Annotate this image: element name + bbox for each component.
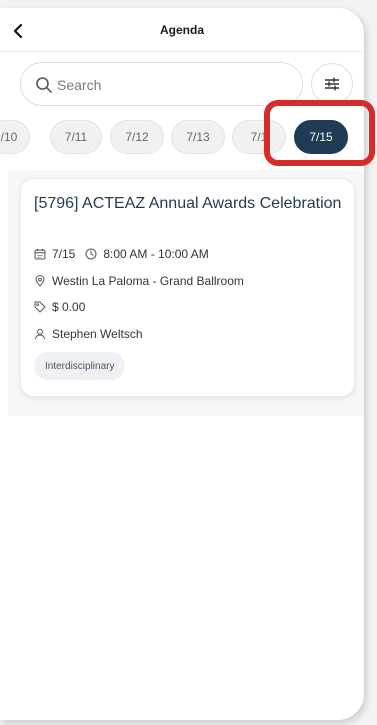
person-icon — [35, 328, 45, 340]
search-icon — [36, 77, 52, 93]
event-card[interactable]: [5796] ACTEAZ Annual Awards Celebration … — [20, 178, 355, 397]
search-box[interactable] — [20, 62, 303, 106]
date-chip-label: 7/13 — [186, 130, 210, 144]
app-header: Agenda — [0, 8, 364, 52]
date-chip-7-12[interactable]: 7/12 — [110, 120, 164, 154]
event-speaker-row: Stephen Weltsch — [34, 326, 143, 342]
date-chip-7-13[interactable]: 7/13 — [171, 120, 225, 154]
clock-icon — [85, 248, 97, 260]
highlight-annotation — [264, 100, 375, 166]
event-date: 7/15 — [52, 247, 76, 261]
calendar-icon — [34, 248, 46, 260]
event-datetime-row: 7/15 8:00 AM - 10:00 AM — [34, 246, 209, 262]
sliders-icon — [325, 77, 339, 91]
date-chip-label: 7/11 — [64, 130, 88, 144]
event-price-row: $ 0.00 — [34, 299, 85, 315]
event-price: $ 0.00 — [52, 300, 86, 314]
event-category-tag: Interdisciplinary — [34, 352, 126, 380]
event-time: 8:00 AM - 10:00 AM — [103, 247, 209, 261]
location-pin-icon — [35, 275, 45, 287]
date-chip-7-10[interactable]: /10 — [0, 120, 30, 154]
event-title: [5796] ACTEAZ Annual Awards Celebration — [34, 195, 342, 212]
page-title: Agenda — [159, 23, 204, 37]
date-chip-label: /10 — [0, 130, 18, 144]
event-location: Westin La Paloma - Grand Ballroom — [52, 274, 244, 288]
date-chip-label: 7/12 — [125, 130, 149, 144]
price-tag-icon — [34, 301, 46, 313]
filter-button[interactable] — [311, 63, 353, 105]
date-chip-7-11[interactable]: 7/11 — [50, 120, 102, 154]
event-location-row: Westin La Paloma - Grand Ballroom — [34, 273, 244, 289]
event-speaker: Stephen Weltsch — [52, 327, 143, 341]
search-input[interactable] — [57, 74, 287, 96]
